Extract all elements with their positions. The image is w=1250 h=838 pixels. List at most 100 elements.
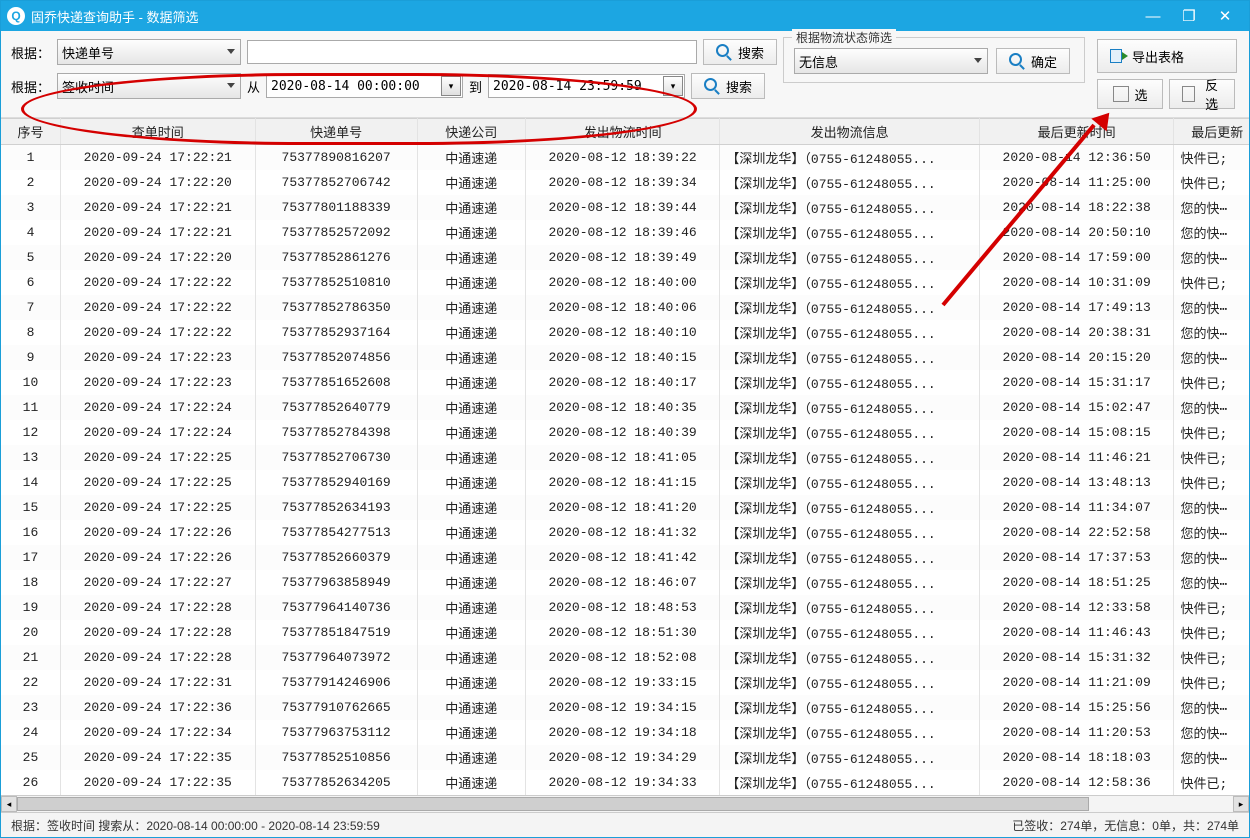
cell: 2020-08-12 19:34:33 [525, 770, 720, 795]
cell: 2020-08-14 15:08:15 [979, 420, 1174, 445]
table-row[interactable]: 202020-09-24 17:22:2875377851847519中通速递2… [1, 620, 1249, 645]
table-row[interactable]: 52020-09-24 17:22:2075377852861276中通速递20… [1, 245, 1249, 270]
cell: 您的快⋯ [1174, 545, 1249, 570]
column-header[interactable]: 发出物流时间 [525, 119, 720, 145]
table-row[interactable]: 232020-09-24 17:22:3675377910762665中通速递2… [1, 695, 1249, 720]
cell: 中通速递 [417, 620, 525, 645]
cell: 75377852940169 [255, 470, 417, 495]
filter1-combo[interactable] [57, 39, 241, 65]
table-row[interactable]: 102020-09-24 17:22:2375377851652608中通速递2… [1, 370, 1249, 395]
table-row[interactable]: 62020-09-24 17:22:2275377852510810中通速递20… [1, 270, 1249, 295]
table-row[interactable]: 122020-09-24 17:22:2475377852784398中通速递2… [1, 420, 1249, 445]
table-row[interactable]: 182020-09-24 17:22:2775377963858949中通速递2… [1, 570, 1249, 595]
cell: 4 [1, 220, 60, 245]
table-row[interactable]: 152020-09-24 17:22:2575377852634193中通速递2… [1, 495, 1249, 520]
window-title: 固乔快递查询助手 - 数据筛选 [31, 7, 199, 26]
cell: 75377852706730 [255, 445, 417, 470]
table-row[interactable]: 132020-09-24 17:22:2575377852706730中通速递2… [1, 445, 1249, 470]
confirm-button[interactable]: 确定 [996, 48, 1070, 74]
search-button-2[interactable]: 搜索 [691, 73, 765, 99]
horizontal-scrollbar[interactable]: ◂ ▸ [1, 795, 1249, 812]
close-button[interactable]: ✕ [1207, 1, 1243, 31]
scroll-track[interactable] [17, 796, 1233, 812]
search-button-1[interactable]: 搜索 [703, 39, 777, 65]
table-row[interactable]: 42020-09-24 17:22:2175377852572092中通速递20… [1, 220, 1249, 245]
from-datetime[interactable] [266, 74, 463, 98]
cell: 您的快⋯ [1174, 195, 1249, 220]
cell: 【深圳龙华】（0755-61248055... [720, 645, 979, 670]
cell: 7 [1, 295, 60, 320]
cell: 6 [1, 270, 60, 295]
cell: 2020-09-24 17:22:27 [60, 570, 255, 595]
select-label: 选 [1135, 85, 1148, 104]
column-header[interactable]: 发出物流信息 [720, 119, 979, 145]
cell: 2020-08-14 15:25:56 [979, 695, 1174, 720]
scroll-thumb[interactable] [17, 797, 1089, 811]
cell: 13 [1, 445, 60, 470]
cell: 2020-09-24 17:22:28 [60, 645, 255, 670]
cell: 快件已; [1174, 470, 1249, 495]
table-row[interactable]: 22020-09-24 17:22:2075377852706742中通速递20… [1, 170, 1249, 195]
table-row[interactable]: 142020-09-24 17:22:2575377852940169中通速递2… [1, 470, 1249, 495]
table-row[interactable]: 92020-09-24 17:22:2375377852074856中通速递20… [1, 345, 1249, 370]
table-row[interactable]: 222020-09-24 17:22:3175377914246906中通速递2… [1, 670, 1249, 695]
toolbar: 根据： 搜索 根据： 从 ▾ 到 ▾ [1, 31, 1249, 118]
table-row[interactable]: 242020-09-24 17:22:3475377963753112中通速递2… [1, 720, 1249, 745]
table-row[interactable]: 162020-09-24 17:22:2675377854277513中通速递2… [1, 520, 1249, 545]
cell: 2020-09-24 17:22:24 [60, 395, 255, 420]
cell: 2020-08-14 11:25:00 [979, 170, 1174, 195]
export-button[interactable]: 导出表格 [1097, 39, 1237, 73]
cell: 【深圳龙华】（0755-61248055... [720, 470, 979, 495]
cell: 中通速递 [417, 595, 525, 620]
cell: 【深圳龙华】（0755-61248055... [720, 420, 979, 445]
table-row[interactable]: 72020-09-24 17:22:2275377852786350中通速递20… [1, 295, 1249, 320]
export-icon [1110, 48, 1126, 64]
table-row[interactable]: 262020-09-24 17:22:3575377852634205中通速递2… [1, 770, 1249, 795]
column-header[interactable]: 查单时间 [60, 119, 255, 145]
table-row[interactable]: 212020-09-24 17:22:2875377964073972中通速递2… [1, 645, 1249, 670]
cell: 2020-08-12 18:41:15 [525, 470, 720, 495]
table-row[interactable]: 112020-09-24 17:22:2475377852640779中通速递2… [1, 395, 1249, 420]
cell: 2020-08-12 18:46:07 [525, 570, 720, 595]
cell: 75377964140736 [255, 595, 417, 620]
table-row[interactable]: 82020-09-24 17:22:2275377852937164中通速递20… [1, 320, 1249, 345]
column-header[interactable]: 序号 [1, 119, 60, 145]
cell: 2020-09-24 17:22:26 [60, 520, 255, 545]
cell: 2020-08-12 18:39:44 [525, 195, 720, 220]
select-button[interactable]: 选 [1097, 79, 1163, 109]
logistics-combo[interactable] [794, 48, 988, 74]
to-datetime[interactable] [488, 74, 685, 98]
from-date-picker-icon[interactable]: ▾ [441, 76, 461, 96]
column-header[interactable]: 最后更新时间 [979, 119, 1174, 145]
search-input[interactable] [247, 40, 697, 64]
cell: 快件已; [1174, 645, 1249, 670]
table-row[interactable]: 12020-09-24 17:22:2175377890816207中通速递20… [1, 145, 1249, 171]
minimize-button[interactable]: — [1135, 1, 1171, 31]
table-row[interactable]: 192020-09-24 17:22:2875377964140736中通速递2… [1, 595, 1249, 620]
table-row[interactable]: 252020-09-24 17:22:3575377852510856中通速递2… [1, 745, 1249, 770]
table-row[interactable]: 32020-09-24 17:22:2175377801188339中通速递20… [1, 195, 1249, 220]
table-row[interactable]: 172020-09-24 17:22:2675377852660379中通速递2… [1, 545, 1249, 570]
cell: 中通速递 [417, 670, 525, 695]
to-date-picker-icon[interactable]: ▾ [663, 76, 683, 96]
cell: 中通速递 [417, 295, 525, 320]
cell: 2020-08-14 15:31:32 [979, 645, 1174, 670]
cell: 2020-09-24 17:22:20 [60, 245, 255, 270]
column-header[interactable]: 最后更新 [1174, 119, 1249, 145]
filter2-combo[interactable] [57, 73, 241, 99]
invert-button[interactable]: 反选 [1169, 79, 1235, 109]
column-header[interactable]: 快递单号 [255, 119, 417, 145]
cell: 中通速递 [417, 395, 525, 420]
cell: 快件已; [1174, 620, 1249, 645]
cell: 2020-08-12 18:51:30 [525, 620, 720, 645]
cell: 75377852634193 [255, 495, 417, 520]
scroll-right-icon[interactable]: ▸ [1233, 796, 1249, 812]
scroll-left-icon[interactable]: ◂ [1, 796, 17, 812]
maximize-button[interactable]: ❐ [1171, 1, 1207, 31]
cell: 2020-08-12 19:34:29 [525, 745, 720, 770]
cell: 75377963753112 [255, 720, 417, 745]
cell: 中通速递 [417, 770, 525, 795]
cell: 11 [1, 395, 60, 420]
column-header[interactable]: 快递公司 [417, 119, 525, 145]
cell: 中通速递 [417, 220, 525, 245]
